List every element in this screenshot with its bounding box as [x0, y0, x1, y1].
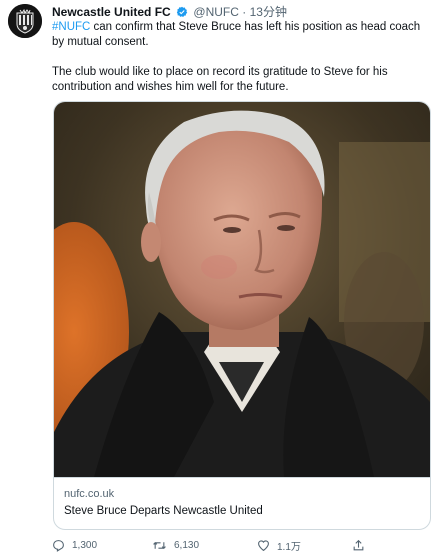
- card-title: Steve Bruce Departs Newcastle United: [64, 505, 263, 517]
- tweet-paragraph-1: #NUFC can confirm that Steve Bruce has l…: [52, 20, 430, 50]
- tweet-text: #NUFC can confirm that Steve Bruce has l…: [52, 20, 430, 95]
- tweet-actions: 1,300 6,130 1.1万: [52, 536, 430, 554]
- hashtag-link[interactable]: #NUFC: [52, 21, 90, 33]
- retweet-button[interactable]: 6,130: [152, 536, 199, 554]
- share-button[interactable]: [352, 536, 365, 554]
- tweet-timestamp[interactable]: 13分钟: [250, 5, 287, 19]
- tweet-text-line1: can confirm that Steve Bruce has left hi…: [52, 21, 421, 48]
- like-button[interactable]: 1.1万: [257, 536, 301, 554]
- card-domain: nufc.co.uk: [64, 488, 115, 500]
- card-image: [54, 102, 430, 477]
- reply-button[interactable]: 1,300: [52, 536, 97, 554]
- author-name[interactable]: Newcastle United FC: [52, 5, 171, 19]
- newcastle-crest-icon: [8, 4, 42, 38]
- retweet-count: 6,130: [174, 539, 200, 551]
- link-card[interactable]: nufc.co.uk Steve Bruce Departs Newcastle…: [53, 101, 431, 530]
- tweet[interactable]: Newcastle United FC @NUFC · 13分钟 #NUFC c…: [0, 0, 440, 557]
- reply-icon: [53, 539, 64, 552]
- reply-count: 1,300: [72, 539, 98, 551]
- avatar[interactable]: [8, 4, 42, 38]
- retweet-icon: [153, 541, 166, 549]
- header-separator: ·: [242, 5, 247, 19]
- author-handle[interactable]: @NUFC: [193, 5, 239, 19]
- like-icon: [258, 539, 269, 551]
- share-icon: [353, 539, 364, 550]
- card-info[interactable]: nufc.co.uk Steve Bruce Departs Newcastle…: [54, 477, 430, 529]
- like-count: 1.1万: [277, 541, 301, 553]
- tweet-paragraph-2: The club would like to place on record i…: [52, 66, 388, 93]
